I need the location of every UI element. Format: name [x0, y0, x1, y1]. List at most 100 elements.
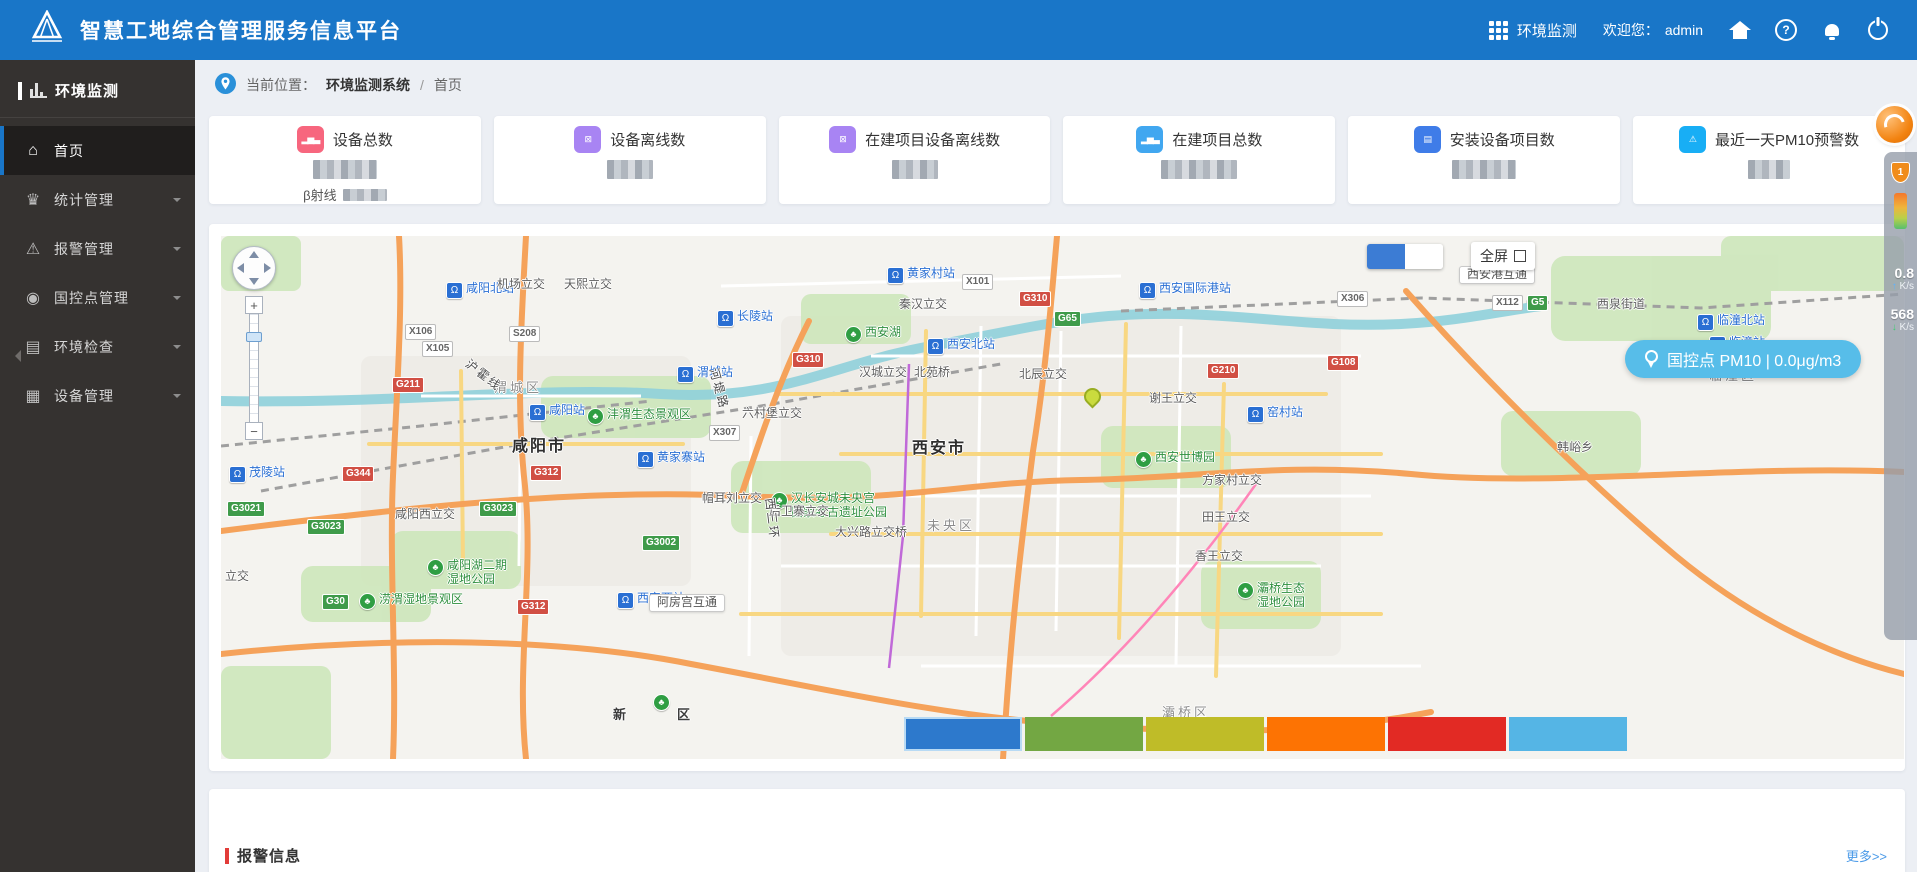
- map-marker[interactable]: 茂陵站: [229, 465, 285, 483]
- fullscreen-button[interactable]: 全屏: [1471, 242, 1535, 270]
- metro-station-icon: [1697, 314, 1714, 331]
- pan-down-icon[interactable]: [249, 278, 259, 285]
- map-marker: 西泉街道: [1597, 297, 1646, 311]
- home-button[interactable]: [1729, 19, 1751, 41]
- monitor-offline-icon: ⊠: [829, 126, 857, 153]
- app-switcher[interactable]: 环境监测: [1488, 20, 1577, 41]
- sidebar-item[interactable]: ⚠ 报警管理: [0, 224, 195, 273]
- alarm-icon: ⚠: [25, 240, 41, 258]
- map-marker: G211: [392, 377, 424, 393]
- sidebar-header: 环境监测: [0, 60, 195, 118]
- location-pin-icon: [1080, 384, 1105, 409]
- sidebar-item[interactable]: ▦ 设备管理: [0, 371, 195, 420]
- net-speed-panel[interactable]: 1 0.8 ↑ K/s 568 ↓ K/s: [1884, 152, 1917, 640]
- stat-card: ▂▅▃ 设备总数 β射线: [209, 116, 481, 204]
- app-switcher-label: 环境监测: [1516, 22, 1577, 40]
- map-marker[interactable]: 黄家寨站: [637, 450, 705, 468]
- collapse-arrow-icon[interactable]: [9, 350, 21, 362]
- map-marker[interactable]: 西安北站: [927, 337, 995, 355]
- map-marker[interactable]: 涝渭湿地景观区: [359, 592, 463, 610]
- map-marker[interactable]: 灞桥生态 湿地公园: [1237, 581, 1305, 610]
- metro-station-icon: [927, 338, 944, 355]
- metro-station-icon: [887, 267, 904, 284]
- map-filter-button[interactable]: [1146, 717, 1264, 751]
- map-filter-button[interactable]: [1025, 717, 1143, 751]
- park-icon: [653, 694, 670, 711]
- grid-icon: [1488, 20, 1508, 40]
- pan-up-icon[interactable]: [249, 251, 259, 258]
- logout-button[interactable]: [1867, 19, 1889, 41]
- map-marker: 汉城立交: [859, 365, 908, 379]
- map-marker: G344: [342, 466, 375, 482]
- map-marker[interactable]: 沣渭生态景观区: [587, 407, 691, 425]
- map-marker[interactable]: 黄家村站: [887, 266, 955, 284]
- metro-station-icon: [229, 466, 246, 483]
- map-type-button[interactable]: [1405, 244, 1443, 269]
- location-pin-icon: [1645, 349, 1658, 368]
- stat-value-redacted: [779, 160, 1051, 184]
- park-icon: [587, 408, 604, 425]
- map-marker[interactable]: 咸阳湖二期 湿地公园: [427, 558, 507, 587]
- zoom-slider-handle[interactable]: [246, 332, 262, 342]
- page-title: 智慧工地综合管理服务信息平台: [80, 20, 402, 43]
- sidebar-item[interactable]: ⌂ 首页: [0, 126, 195, 175]
- bar-chart-icon: ▂▅▃: [296, 126, 324, 153]
- map-pan-control[interactable]: [232, 246, 276, 290]
- map[interactable]: 咸阳北站 黄家村站 西安国际港站 长陵站 渭城站 西安北站: [221, 236, 1904, 759]
- map-marker[interactable]: 西安湖: [845, 325, 901, 343]
- down-arrow-icon: ↓: [1891, 322, 1897, 333]
- metro-station-icon: [1139, 282, 1156, 299]
- location-pin-icon: [215, 73, 236, 97]
- map-filter-button[interactable]: [1509, 717, 1627, 751]
- pan-left-icon[interactable]: [237, 263, 244, 273]
- home-icon: [1729, 21, 1751, 39]
- map-marker: 西安市: [912, 440, 967, 457]
- map-marker: X101: [962, 274, 994, 290]
- map-marker: G3002: [642, 535, 681, 551]
- monitor-offline-icon: ⊠: [574, 126, 602, 153]
- map-marker[interactable]: 西安国际港站: [1139, 281, 1231, 299]
- sidebar-item[interactable]: ♛ 统计管理: [0, 175, 195, 224]
- map-marker: G210: [1207, 363, 1240, 379]
- map-marker: G3023: [479, 501, 518, 517]
- map-marker[interactable]: 长陵站: [717, 309, 773, 327]
- map-filter-button[interactable]: [1267, 717, 1385, 751]
- map-marker: 六村堡立交: [742, 406, 803, 420]
- map-card: 咸阳北站 黄家村站 西安国际港站 长陵站 渭城站 西安北站: [209, 224, 1905, 771]
- map-marker[interactable]: 咸阳站: [529, 403, 585, 421]
- security-ball-icon[interactable]: [1876, 106, 1913, 143]
- map-marker: G5: [1527, 295, 1549, 311]
- zoom-in-button[interactable]: +: [245, 296, 263, 314]
- map-marker: X306: [1337, 291, 1369, 307]
- zoom-out-button[interactable]: −: [245, 422, 263, 440]
- breadcrumb-system[interactable]: 环境监测系统: [326, 75, 410, 95]
- map-marker[interactable]: 窑村站: [1247, 405, 1303, 423]
- map-marker[interactable]: 西安世博园: [1135, 450, 1215, 468]
- sidebar-item[interactable]: ▤ 环境检查: [0, 322, 195, 371]
- map-type-button[interactable]: [1367, 244, 1405, 269]
- top-header: 智慧工地综合管理服务信息平台 环境监测 欢迎您： admin: [0, 0, 1917, 60]
- map-marker: G312: [530, 465, 563, 481]
- map-filter-button[interactable]: [1388, 717, 1506, 751]
- sidebar-title: 环境监测: [55, 83, 120, 100]
- map-marker: G3021: [227, 501, 266, 517]
- notifications-button[interactable]: [1821, 19, 1843, 41]
- map-filter-button[interactable]: [904, 717, 1022, 751]
- upload-speed: 0.8 ↑ K/s: [1891, 265, 1914, 292]
- map-marker: 机场立交: [497, 277, 546, 291]
- alarm-more-link[interactable]: 更多>>: [1846, 846, 1887, 865]
- zoom-slider[interactable]: [246, 314, 262, 422]
- home-icon: ⌂: [28, 141, 38, 159]
- map-marker[interactable]: 渭城站: [677, 365, 733, 383]
- map-marker[interactable]: [653, 694, 673, 711]
- stat-card: ⊠ 在建项目设备离线数: [778, 116, 1051, 204]
- map-marker[interactable]: 临潼北站: [1697, 313, 1765, 331]
- stat-cards: ▂▅▃ 设备总数 β射线 ⊠ 设备离线数 ⊠ 在建项目设备离线数 ▂▅▃ 在建项…: [209, 116, 1905, 204]
- sidebar-item[interactable]: ◉ 国控点管理: [0, 273, 195, 322]
- help-button[interactable]: [1775, 19, 1797, 41]
- map-marker: 田王立交: [1202, 510, 1251, 524]
- map-marker: 北辰立交: [1019, 367, 1068, 381]
- map-marker[interactable]: [1080, 384, 1105, 409]
- pan-right-icon[interactable]: [264, 263, 271, 273]
- park-icon: [1135, 451, 1152, 468]
